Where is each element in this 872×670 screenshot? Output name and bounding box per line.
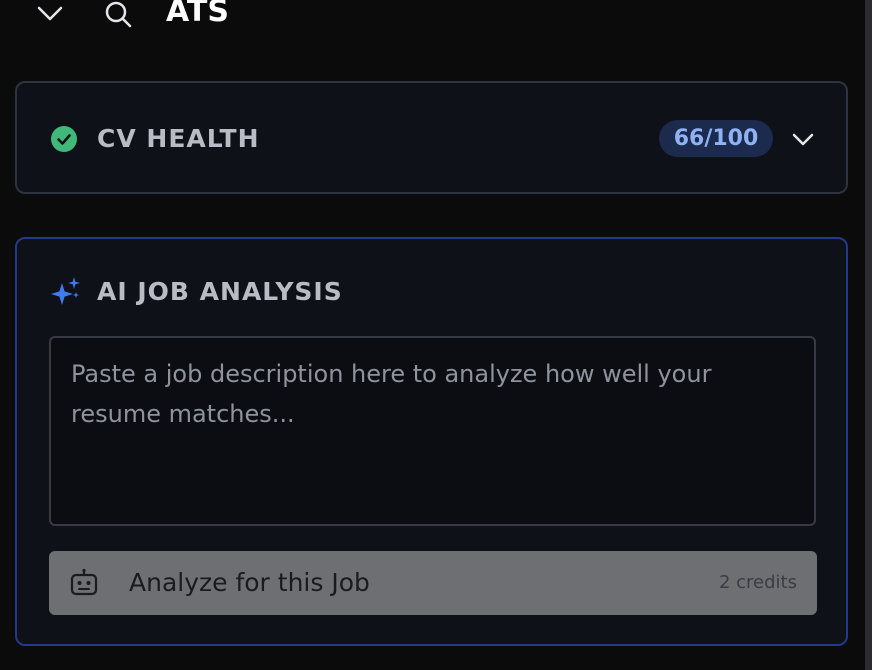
ai-job-analysis-card: AI JOB ANALYSIS Analyze for this Job 2 c…: [15, 237, 848, 646]
scrollbar[interactable]: [865, 0, 872, 670]
cv-health-label: CV HEALTH: [97, 124, 260, 153]
ai-job-analysis-label: AI JOB ANALYSIS: [97, 277, 343, 306]
analyze-button-label: Analyze for this Job: [129, 568, 370, 597]
page-title: ATS: [166, 0, 229, 29]
cv-health-card[interactable]: CV HEALTH 66/100: [15, 81, 848, 194]
sparkle-icon: [49, 275, 83, 309]
score-badge: 66/100: [659, 120, 773, 157]
credits-label: 2 credits: [718, 572, 797, 593]
analyze-job-button[interactable]: Analyze for this Job 2 credits: [49, 551, 817, 615]
job-description-input[interactable]: [49, 336, 816, 526]
top-bar: ATS: [0, 0, 860, 30]
collapse-chevron-icon[interactable]: [36, 2, 64, 24]
check-circle-icon: [51, 126, 77, 152]
chevron-down-icon[interactable]: [789, 127, 817, 151]
search-icon[interactable]: [104, 0, 132, 28]
robot-icon: [69, 568, 99, 598]
ats-panel: ATS CV HEALTH 66/100 AI JOB ANALYSIS Pas…: [0, 0, 872, 670]
